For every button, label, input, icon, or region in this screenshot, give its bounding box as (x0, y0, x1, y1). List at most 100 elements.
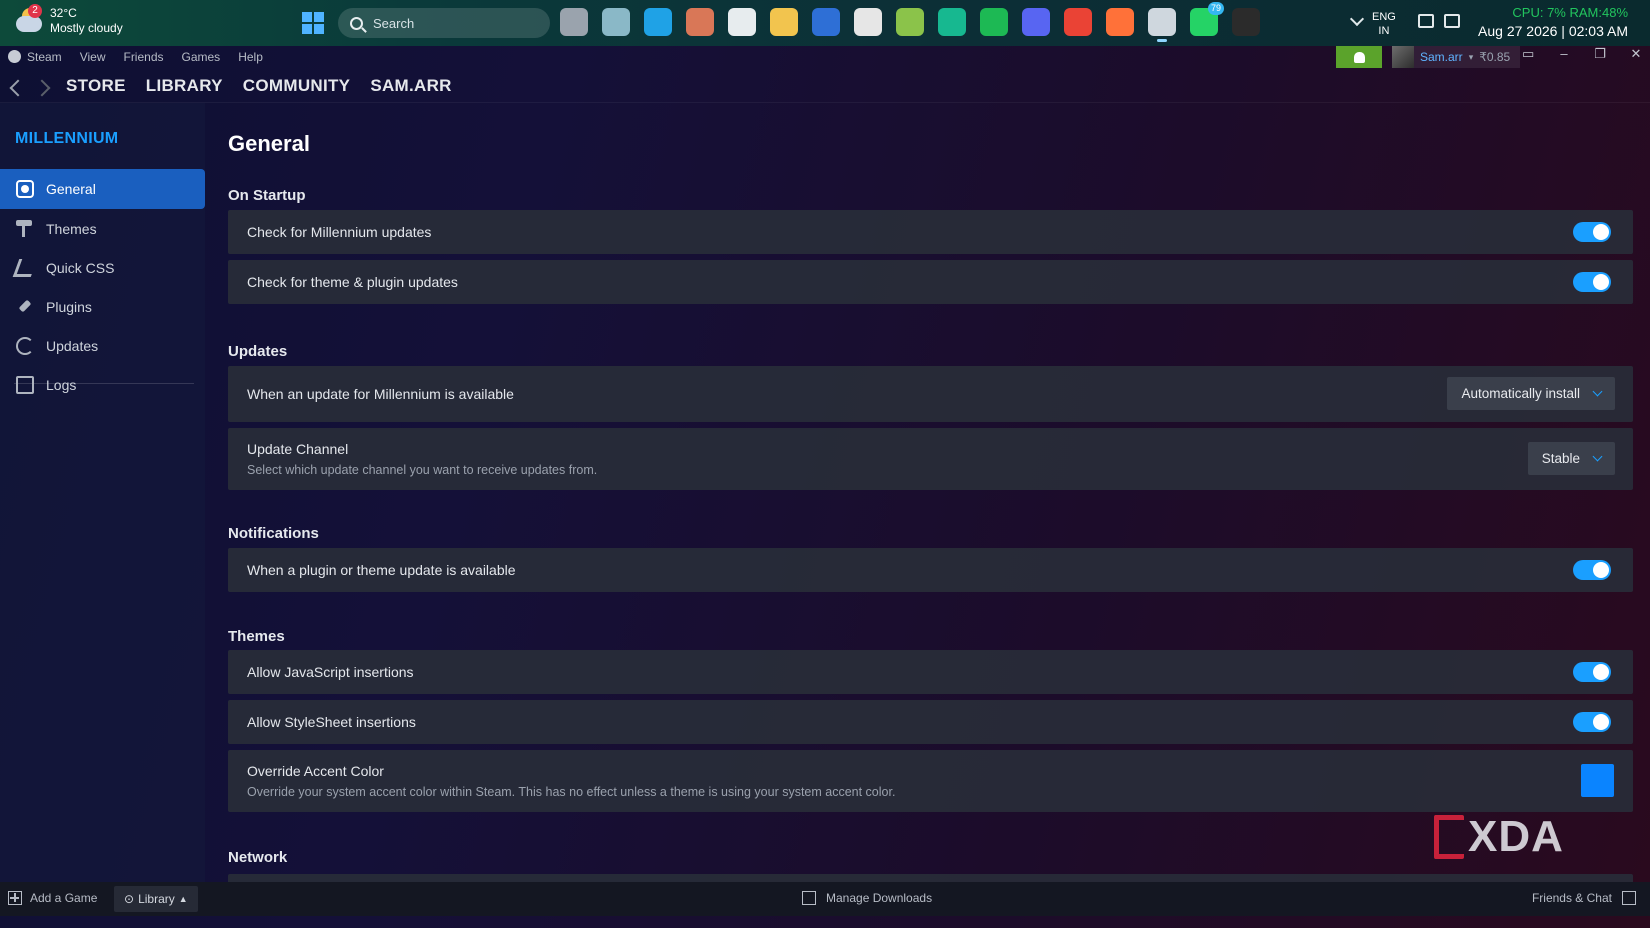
edge-icon[interactable] (644, 8, 672, 36)
setting-allow-javascript: Allow JavaScript insertions (228, 650, 1633, 694)
sidebar-item-label: Quick CSS (46, 260, 115, 276)
claude-icon[interactable] (686, 8, 714, 36)
setting-allow-stylesheet: Allow StyleSheet insertions (228, 700, 1633, 744)
maximize-icon[interactable]: ❐ (1594, 47, 1606, 60)
discord-icon[interactable] (1022, 8, 1050, 36)
pixel-app-icon[interactable] (938, 8, 966, 36)
epic-games-icon[interactable] (1232, 8, 1260, 36)
section-updates: Updates (228, 343, 288, 360)
settings-panel: General On Startup Check for Millennium … (228, 103, 1633, 894)
plug-icon (16, 298, 34, 316)
setting-label: Allow JavaScript insertions (247, 664, 414, 680)
back-arrow-icon[interactable] (9, 79, 27, 97)
nav-community[interactable]: COMMUNITY (243, 76, 351, 96)
toggle-check-plugin-updates[interactable] (1573, 272, 1611, 292)
bell-icon (1353, 51, 1365, 63)
setting-label: Override Accent Color (247, 763, 384, 779)
menu-games[interactable]: Games (182, 50, 221, 64)
date-time: Aug 27 2026 | 02:03 AM (1478, 23, 1628, 39)
clock[interactable]: CPU: 7% RAM:48% Aug 27 2026 | 02:03 AM (1478, 4, 1628, 41)
update-behavior-dropdown[interactable]: Automatically install (1447, 377, 1615, 410)
wallet-balance: ₹0.85 (1479, 50, 1511, 64)
volume-icon[interactable] (1444, 14, 1460, 28)
chatgpt-icon[interactable] (728, 8, 756, 36)
microsoft-store-icon[interactable] (854, 8, 882, 36)
account-name: Sam.arr (1420, 50, 1463, 64)
manage-downloads-button[interactable]: Manage Downloads (802, 891, 932, 905)
menu-friends[interactable]: Friends (123, 50, 163, 64)
steam-logo-icon (8, 50, 21, 63)
log-file-icon (16, 376, 34, 394)
xda-watermark-logo: XDA (1434, 812, 1564, 862)
taskbar-search[interactable]: Search (338, 8, 550, 38)
taskbar-search-placeholder: Search (373, 15, 415, 31)
copilot-icon[interactable] (602, 8, 630, 36)
toggle-check-millennium-updates[interactable] (1573, 222, 1611, 242)
sidebar-item-label: Updates (46, 338, 99, 354)
library-button[interactable]: ⊙ Library ▲ (114, 886, 198, 912)
toggle-allow-stylesheet[interactable] (1573, 712, 1611, 732)
avatar (1392, 46, 1414, 68)
menu-steam[interactable]: Steam (8, 50, 62, 64)
account-menu[interactable]: Sam.arr ▾ ₹0.85 (1392, 46, 1520, 68)
steam-icon[interactable] (1148, 8, 1176, 42)
setting-override-accent-color: Override Accent Color Override your syst… (228, 750, 1633, 812)
steam-settings-icon (16, 180, 34, 198)
chevron-up-icon: ▲ (178, 894, 188, 904)
section-themes: Themes (228, 628, 285, 645)
setting-label: When an update for Millennium is availab… (247, 386, 514, 402)
sidebar-item-updates[interactable]: Updates (0, 326, 205, 366)
nav-library[interactable]: LIBRARY (146, 76, 223, 96)
toggle-allow-javascript[interactable] (1573, 662, 1611, 682)
file-explorer-icon[interactable] (770, 8, 798, 36)
weather-widget[interactable]: 2 32°C Mostly cloudy (14, 4, 123, 36)
whatsapp-icon[interactable]: 79 (1190, 2, 1224, 36)
weather-badge: 2 (28, 4, 42, 18)
setting-check-plugin-updates: Check for theme & plugin updates (228, 260, 1633, 304)
setting-label: Allow StyleSheet insertions (247, 714, 416, 730)
language-indicator[interactable]: ENG IN (1372, 10, 1396, 38)
chrome-icon[interactable] (1064, 8, 1092, 36)
search-icon (350, 16, 363, 30)
sidebar-item-quick-css[interactable]: Quick CSS (0, 248, 205, 288)
network-icon[interactable] (1418, 14, 1434, 28)
chevron-up-icon[interactable] (1349, 11, 1365, 27)
stats-app-icon[interactable] (812, 8, 840, 36)
add-game-label: Add a Game (30, 891, 98, 905)
sidebar-item-plugins[interactable]: Plugins (0, 287, 205, 327)
performance-readout: CPU: 7% RAM:48% (1512, 5, 1628, 20)
spotify-icon[interactable] (980, 8, 1008, 36)
plus-icon (8, 891, 22, 905)
sidebar-brand: MILLENNIUM (15, 130, 119, 147)
dropdown-value: Stable (1541, 451, 1580, 466)
notification-badge: 79 (1207, 2, 1224, 15)
toggle-notify-plugin-updates[interactable] (1573, 560, 1611, 580)
chevron-down-icon (1592, 451, 1603, 462)
friends-chat-button[interactable]: Friends & Chat (1532, 891, 1636, 905)
close-icon[interactable]: ✕ (1630, 47, 1642, 60)
add-game-button[interactable]: Add a Game (8, 891, 97, 905)
menu-help[interactable]: Help (238, 50, 263, 64)
minimize-icon[interactable]: – (1558, 47, 1570, 60)
sidebar-item-label: General (46, 181, 96, 197)
accent-color-picker[interactable] (1581, 764, 1614, 797)
windows-start-icon[interactable] (302, 12, 324, 34)
update-channel-dropdown[interactable]: Stable (1527, 442, 1615, 475)
setting-update-channel: Update Channel Select which update chann… (228, 428, 1633, 490)
sidebar-item-themes[interactable]: Themes (0, 209, 205, 249)
nav-profile[interactable]: SAM.ARR (370, 76, 451, 96)
setting-description: Override your system accent color within… (247, 785, 896, 799)
notifications-button[interactable] (1336, 46, 1382, 68)
firefox-icon[interactable] (1106, 8, 1134, 36)
big-picture-icon[interactable]: ▭ (1522, 47, 1534, 60)
forward-arrow-icon[interactable] (33, 79, 51, 97)
weather-cloud-icon: 2 (14, 4, 44, 36)
sidebar-item-general[interactable]: General (0, 169, 205, 209)
setting-update-behavior: When an update for Millennium is availab… (228, 366, 1633, 422)
menu-view[interactable]: View (80, 50, 106, 64)
nav-store[interactable]: STORE (66, 76, 126, 96)
notes-app-icon[interactable] (896, 8, 924, 36)
brush-icon (12, 259, 38, 277)
sidebar-item-logs[interactable]: Logs (0, 365, 205, 405)
task-view-icon[interactable] (560, 8, 588, 36)
